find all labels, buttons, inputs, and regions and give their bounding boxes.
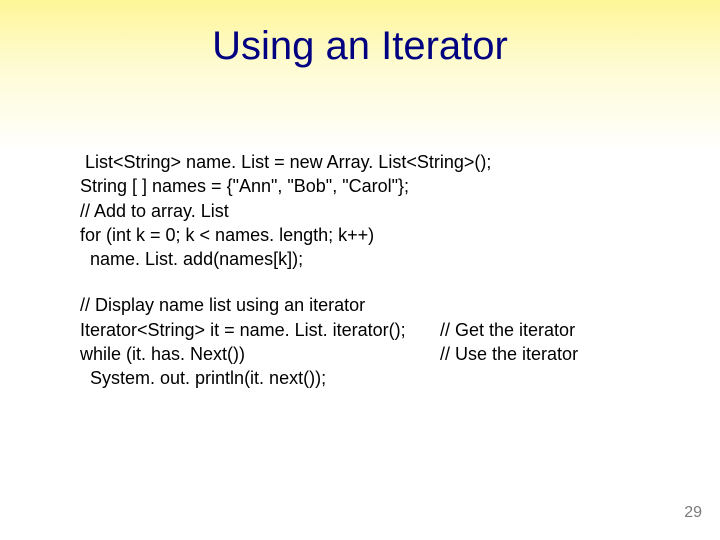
- code-left: Iterator<String> it = name. List. iterat…: [80, 318, 420, 342]
- slide: Using an Iterator List<String> name. Lis…: [0, 0, 720, 540]
- code-comment: // Use the iterator: [420, 342, 578, 366]
- slide-content: List<String> name. List = new Array. Lis…: [80, 150, 660, 413]
- code-block-1: List<String> name. List = new Array. Lis…: [80, 150, 660, 271]
- page-number: 29: [684, 504, 702, 522]
- code-block-2: // Display name list using an iterator I…: [80, 293, 660, 390]
- code-line: // Display name list using an iterator: [80, 293, 660, 317]
- code-line: String [ ] names = {"Ann", "Bob", "Carol…: [80, 174, 660, 198]
- code-line: for (int k = 0; k < names. length; k++): [80, 223, 660, 247]
- code-line: // Add to array. List: [80, 199, 660, 223]
- code-line: List<String> name. List = new Array. Lis…: [80, 150, 660, 174]
- code-row: Iterator<String> it = name. List. iterat…: [80, 318, 660, 342]
- code-row: while (it. has. Next()) // Use the itera…: [80, 342, 660, 366]
- code-line: System. out. println(it. next());: [80, 366, 660, 390]
- code-comment: // Get the iterator: [420, 318, 575, 342]
- code-left: while (it. has. Next()): [80, 342, 420, 366]
- code-line: name. List. add(names[k]);: [80, 247, 660, 271]
- slide-title: Using an Iterator: [0, 0, 720, 69]
